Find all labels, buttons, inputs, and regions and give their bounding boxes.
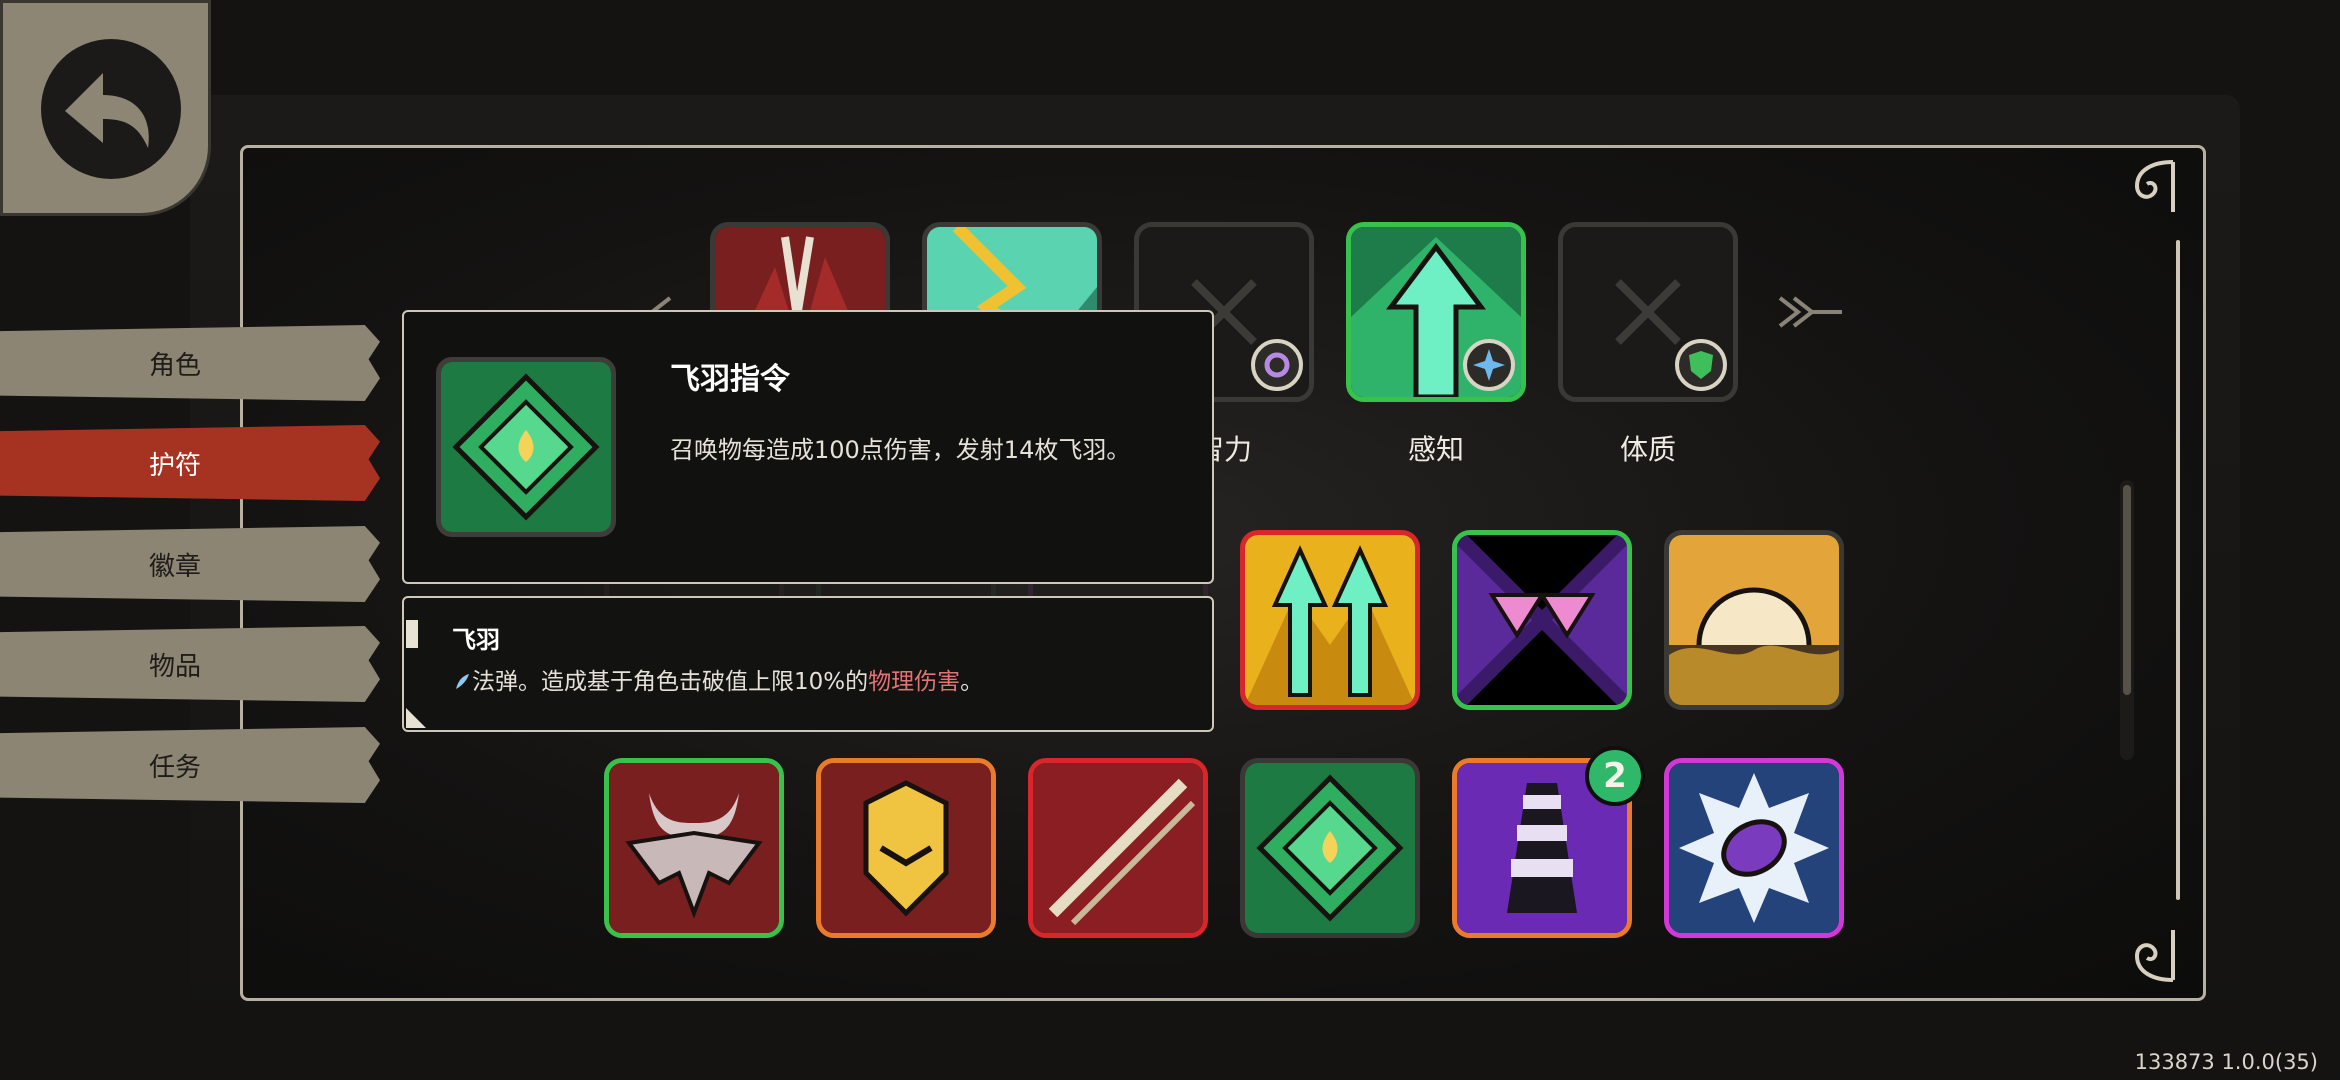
perception-star-icon: [1463, 339, 1515, 391]
charm-slot-feather-command[interactable]: [1240, 758, 1420, 938]
corner-ornament-icon: [2134, 930, 2175, 982]
tab-quests[interactable]: 任务: [0, 727, 380, 803]
tab-label: 护符: [148, 450, 201, 481]
charm-slot[interactable]: [1028, 758, 1208, 938]
version-label: 133873 1.0.0(35): [2134, 1050, 2318, 1074]
keyword-desc-suffix: 。: [960, 669, 984, 695]
golden-helmet-charm-icon: [821, 763, 991, 933]
attribute-slot-constitution[interactable]: [1558, 222, 1738, 402]
blade-slash-charm-icon: [1033, 763, 1203, 933]
demon-charm-icon: [609, 763, 779, 933]
tab-label: 角色: [148, 350, 201, 381]
keyword-title: 飞羽: [452, 626, 500, 654]
physical-damage-keyword: 物理伤害: [868, 669, 961, 695]
back-arrow-icon: [65, 73, 149, 148]
tooltip-marker: [406, 620, 418, 648]
feather-bullet-icon: [456, 674, 469, 689]
warning-triangles-charm-icon: [1457, 535, 1627, 705]
tab-label: 物品: [148, 651, 201, 682]
corner-triangle: [406, 708, 426, 728]
twin-arrows-charm-icon: [1245, 535, 1415, 705]
tooltip-description: 召唤物每造成100点伤害，发射14枚飞羽。: [670, 436, 1131, 464]
charm-slot[interactable]: [604, 758, 784, 938]
arrow-right-icon: [1778, 296, 1842, 328]
keyword-description: 法弹。造成基于角色击破值上限10%的物理伤害。: [452, 662, 983, 696]
intelligence-swirl-icon: [1251, 339, 1303, 391]
stack-count-badge: 2: [1585, 746, 1645, 806]
keyword-tooltip: 飞羽 法弹。造成基于角色击破值上限10%的物理伤害。: [402, 596, 1214, 732]
attribute-label-perception: 感知: [1407, 433, 1464, 466]
constitution-shield-icon: [1675, 339, 1727, 391]
tab-items[interactable]: 物品: [0, 626, 380, 702]
tooltip-charm-icon-frame: [436, 357, 616, 537]
charm-slot[interactable]: [1240, 530, 1420, 710]
charm-slot[interactable]: [1664, 758, 1844, 938]
feather-command-charm-icon: [441, 362, 611, 532]
tab-label: 任务: [148, 752, 201, 783]
feather-command-charm-icon: [1245, 763, 1415, 933]
charm-tooltip: 飞羽指令 召唤物每造成100点伤害，发射14枚飞羽。: [402, 310, 1214, 584]
back-button[interactable]: [0, 0, 211, 216]
tooltip-title: 飞羽指令: [670, 362, 790, 397]
sunrise-charm-icon: [1669, 535, 1839, 705]
charm-slot[interactable]: [816, 758, 996, 938]
scrollbar[interactable]: [2120, 480, 2134, 760]
attribute-slot-perception[interactable]: [1346, 222, 1526, 402]
tab-character[interactable]: 角色: [0, 325, 380, 401]
corner-ornament-icon: [2134, 160, 2175, 212]
charm-slot[interactable]: [1664, 530, 1844, 710]
scroll-rail: [2176, 240, 2180, 900]
keyword-desc-prefix: 法弹。造成基于角色击破值上限10%的: [472, 669, 869, 695]
potion-burst-charm-icon: [1669, 763, 1839, 933]
attribute-label-constitution: 体质: [1619, 433, 1676, 466]
tab-charm[interactable]: 护符: [0, 425, 380, 501]
tab-label: 徽章: [148, 551, 201, 582]
charm-slot[interactable]: [1452, 530, 1632, 710]
tab-badge[interactable]: 徽章: [0, 526, 380, 602]
